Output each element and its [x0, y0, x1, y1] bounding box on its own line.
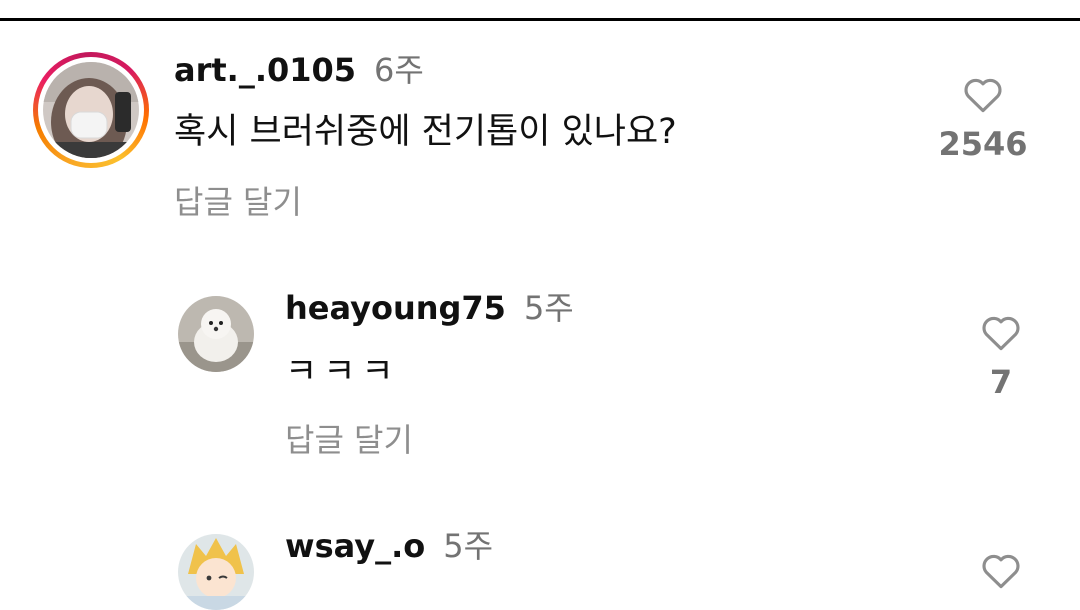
username[interactable]: heayoung75	[285, 289, 506, 327]
avatar[interactable]	[178, 534, 254, 610]
comment-meta: wsay_.o 5주	[285, 526, 493, 566]
like-group: 2546	[928, 74, 1038, 164]
avatar[interactable]	[178, 296, 254, 372]
heart-icon[interactable]	[980, 550, 1022, 590]
like-group: 7	[946, 312, 1056, 402]
reply-button[interactable]: 답글 달기	[285, 420, 413, 460]
profile-photo-white-dog-icon	[178, 296, 254, 372]
reply-button[interactable]: 답글 달기	[174, 182, 302, 222]
timestamp: 5주	[443, 527, 494, 565]
username[interactable]: wsay_.o	[285, 527, 425, 565]
profile-photo-anime-character-icon	[178, 534, 254, 610]
profile-photo-masked-person-icon	[43, 62, 139, 158]
like-group	[946, 550, 1056, 590]
heart-icon[interactable]	[980, 312, 1022, 352]
like-count: 2546	[938, 125, 1028, 163]
avatar[interactable]	[43, 62, 139, 158]
top-divider	[0, 18, 1080, 21]
comment-meta: heayoung75 5주	[285, 288, 574, 328]
heart-icon[interactable]	[962, 74, 1004, 114]
timestamp: 6주	[374, 51, 424, 89]
comment-meta: art._.0105 6주	[174, 50, 424, 90]
timestamp: 5주	[523, 289, 574, 327]
comment-text: ㅋㅋㅋ	[285, 352, 400, 392]
comment-text: 혹시 브러쉬중에 전기톱이 있나요?	[174, 112, 677, 152]
like-count: 7	[989, 363, 1013, 401]
username[interactable]: art._.0105	[174, 51, 356, 89]
